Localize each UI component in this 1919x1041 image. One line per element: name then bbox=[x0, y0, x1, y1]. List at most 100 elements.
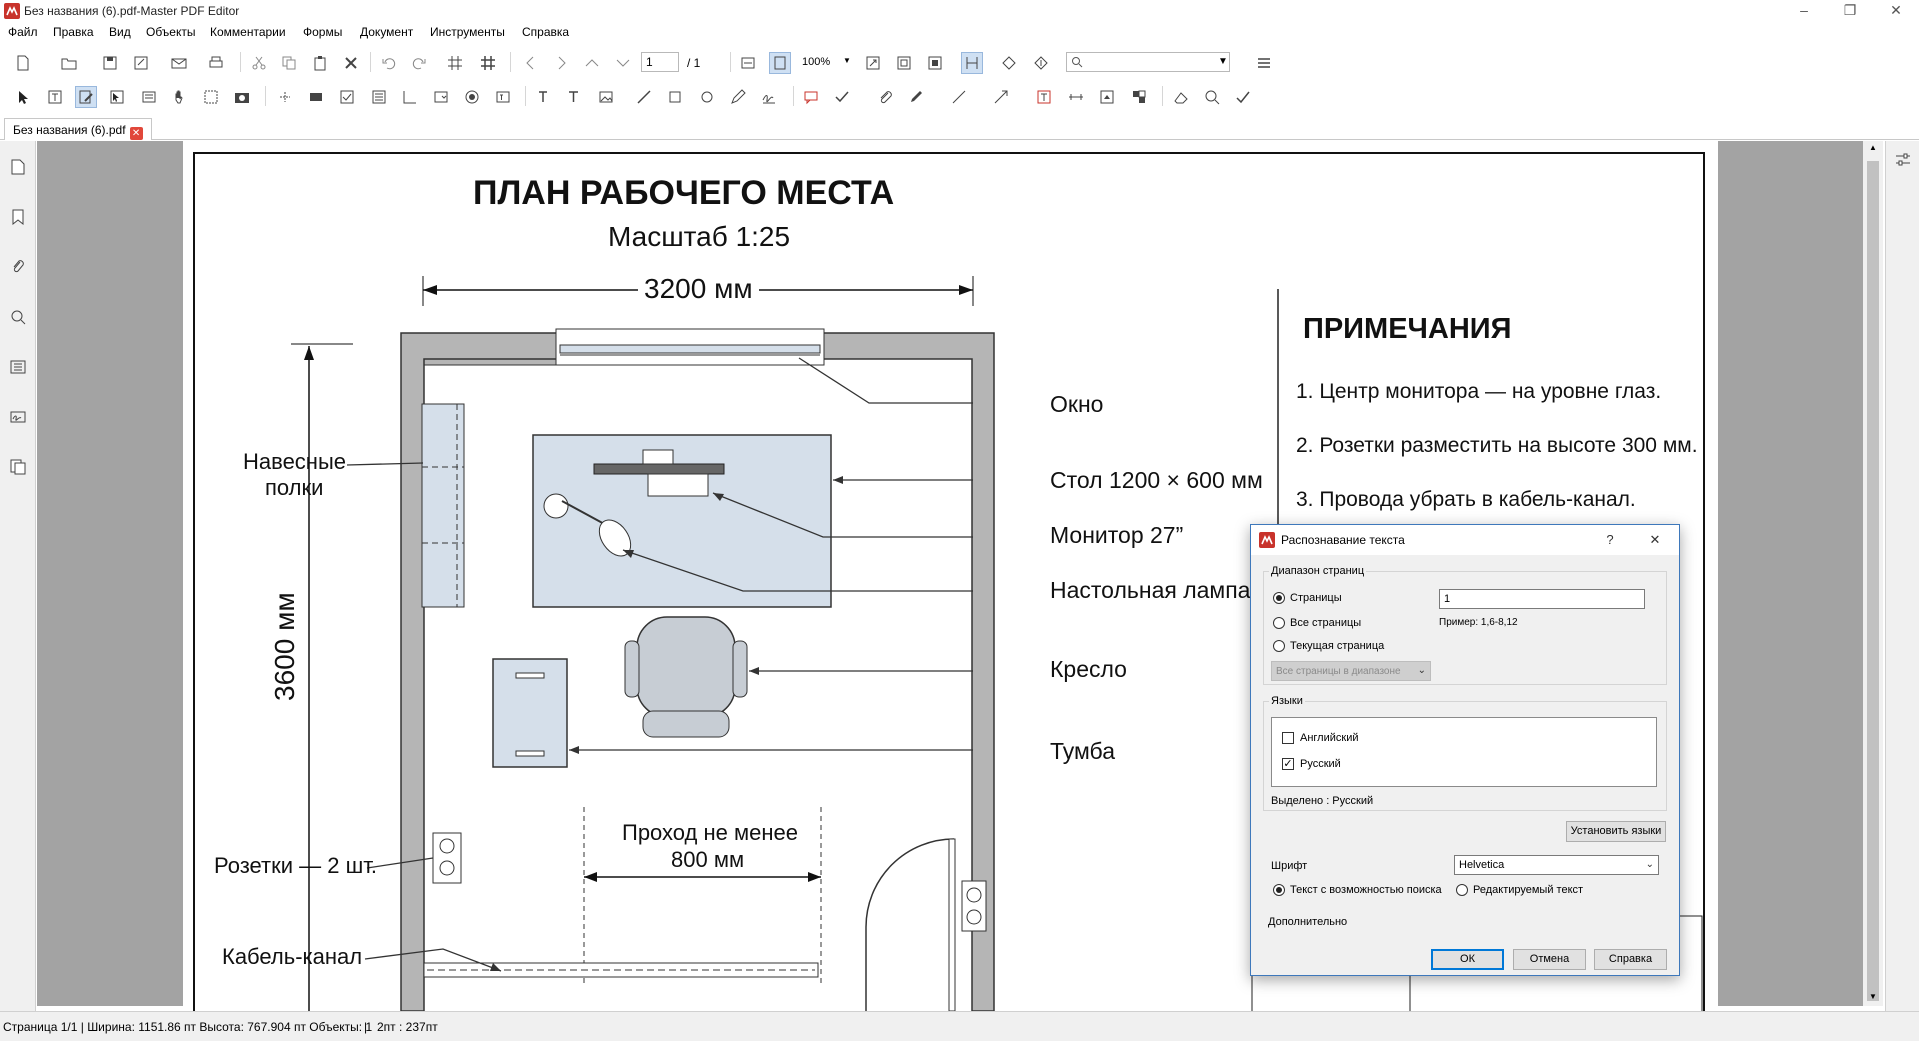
menu-comments[interactable]: Комментарии bbox=[210, 25, 286, 39]
ellipse-icon[interactable] bbox=[696, 86, 718, 108]
signatures-panel-icon[interactable] bbox=[8, 407, 28, 427]
prev-view-icon[interactable] bbox=[520, 52, 542, 74]
lang-russian-label[interactable]: Русский bbox=[1300, 758, 1341, 770]
checkmark-icon[interactable] bbox=[831, 86, 853, 108]
rectangle-icon[interactable] bbox=[664, 86, 686, 108]
radio-searchable-label[interactable]: Текст с возможностью поиска bbox=[1290, 884, 1442, 896]
combobox-field-icon[interactable] bbox=[430, 86, 452, 108]
scrollbar-thumb[interactable] bbox=[1867, 161, 1879, 1001]
add-field-icon[interactable] bbox=[274, 86, 296, 108]
cut-icon[interactable] bbox=[248, 52, 270, 74]
hand-tool-icon[interactable] bbox=[169, 86, 191, 108]
ok-button[interactable]: ОК bbox=[1431, 949, 1504, 970]
scroll-down-icon[interactable]: ▼ bbox=[1869, 992, 1877, 1001]
text-box-icon[interactable] bbox=[564, 86, 586, 108]
next-view-icon[interactable] bbox=[550, 52, 572, 74]
menu-forms[interactable]: Формы bbox=[303, 25, 342, 39]
menu-objects[interactable]: Объекты bbox=[146, 25, 196, 39]
snap-grid-icon[interactable] bbox=[477, 52, 499, 74]
save-icon[interactable] bbox=[99, 52, 121, 74]
full-screen-icon[interactable] bbox=[924, 52, 946, 74]
radio-searchable-text[interactable] bbox=[1273, 884, 1285, 896]
signature-icon[interactable] bbox=[758, 86, 780, 108]
properties-panel-icon[interactable] bbox=[1894, 151, 1912, 172]
comment-note-icon[interactable] bbox=[800, 86, 822, 108]
next-page-icon[interactable] bbox=[612, 52, 634, 74]
eraser-icon[interactable] bbox=[1170, 86, 1192, 108]
draw-line-icon[interactable] bbox=[948, 86, 970, 108]
layers-panel-icon[interactable] bbox=[8, 357, 28, 377]
radio-editable-label[interactable]: Редактируемый текст bbox=[1473, 884, 1583, 896]
set-languages-button[interactable]: Установить языки bbox=[1566, 821, 1666, 842]
menu-document[interactable]: Документ bbox=[360, 25, 413, 39]
signature-field-icon[interactable] bbox=[399, 86, 421, 108]
image-icon[interactable] bbox=[595, 86, 617, 108]
minimize-button[interactable]: – bbox=[1781, 0, 1827, 22]
radio-pages[interactable] bbox=[1273, 592, 1285, 604]
redo-icon[interactable] bbox=[408, 52, 430, 74]
attachment-icon[interactable] bbox=[874, 86, 896, 108]
snapshot-icon[interactable] bbox=[231, 86, 253, 108]
approve-icon[interactable] bbox=[1232, 86, 1254, 108]
arrow-line-icon[interactable] bbox=[990, 86, 1012, 108]
radio-editable-text[interactable] bbox=[1456, 884, 1468, 896]
zoom-dropdown-icon[interactable]: ▼ bbox=[843, 56, 851, 65]
dialog-close-button[interactable]: ✕ bbox=[1641, 529, 1669, 551]
radio-all-pages-label[interactable]: Все страницы bbox=[1290, 617, 1361, 629]
hamburger-menu-icon[interactable] bbox=[1253, 52, 1275, 74]
copy-icon[interactable] bbox=[278, 52, 300, 74]
languages-list[interactable]: Английский ✓ Русский bbox=[1271, 717, 1657, 787]
attachments-panel-icon[interactable] bbox=[8, 257, 28, 277]
email-icon[interactable] bbox=[168, 52, 190, 74]
close-window-button[interactable]: ✕ bbox=[1873, 0, 1919, 22]
tab-document[interactable]: Без названия (6).pdf ✕ bbox=[4, 118, 152, 140]
zoom-fit-icon[interactable] bbox=[862, 52, 884, 74]
single-page-icon[interactable] bbox=[961, 52, 983, 74]
cancel-button[interactable]: Отмена bbox=[1513, 949, 1586, 970]
dialog-help-button[interactable]: ? bbox=[1596, 529, 1624, 551]
fit-page-icon[interactable] bbox=[769, 52, 791, 74]
pages-panel-icon[interactable] bbox=[8, 157, 28, 177]
structure-panel-icon[interactable] bbox=[8, 457, 28, 477]
rotate-right-icon[interactable] bbox=[1030, 52, 1052, 74]
restore-button[interactable]: ❐ bbox=[1827, 0, 1873, 22]
radio-current-page[interactable] bbox=[1273, 640, 1285, 652]
measure-icon[interactable] bbox=[1065, 86, 1087, 108]
fit-width-icon[interactable] bbox=[737, 52, 759, 74]
lang-english-label[interactable]: Английский bbox=[1300, 732, 1359, 744]
radio-field-icon[interactable] bbox=[461, 86, 483, 108]
select-arrow-icon[interactable] bbox=[12, 86, 34, 108]
menu-file[interactable]: Файл bbox=[8, 25, 38, 39]
pencil-icon[interactable] bbox=[727, 86, 749, 108]
paste-icon[interactable] bbox=[309, 52, 331, 74]
prev-page-icon[interactable] bbox=[581, 52, 603, 74]
checkbox-english[interactable] bbox=[1282, 732, 1294, 744]
menu-tools[interactable]: Инструменты bbox=[430, 25, 505, 39]
help-button[interactable]: Справка bbox=[1594, 949, 1667, 970]
menu-view[interactable]: Вид bbox=[109, 25, 131, 39]
font-select[interactable]: Helvetica ⌄ bbox=[1454, 855, 1659, 875]
forms-icon[interactable] bbox=[138, 86, 160, 108]
text-select-icon[interactable] bbox=[44, 86, 66, 108]
marquee-zoom-icon[interactable] bbox=[200, 86, 222, 108]
zoom-level[interactable]: 100% bbox=[802, 56, 830, 68]
actual-size-icon[interactable] bbox=[893, 52, 915, 74]
print-icon[interactable] bbox=[205, 52, 227, 74]
text-field-icon[interactable] bbox=[492, 86, 514, 108]
edit-object-icon[interactable] bbox=[106, 86, 128, 108]
save-as-icon[interactable] bbox=[130, 52, 152, 74]
redact-icon[interactable] bbox=[1128, 86, 1150, 108]
page-number-input[interactable]: 1 bbox=[641, 52, 679, 72]
grid-icon[interactable] bbox=[444, 52, 466, 74]
search-panel-icon[interactable] bbox=[8, 307, 28, 327]
highlighter-icon[interactable] bbox=[905, 86, 927, 108]
radio-all-pages[interactable] bbox=[1273, 617, 1285, 629]
open-folder-icon[interactable] bbox=[58, 52, 80, 74]
undo-icon[interactable] bbox=[378, 52, 400, 74]
delete-icon[interactable] bbox=[340, 52, 362, 74]
search-dropdown-icon[interactable]: ▼ bbox=[1218, 56, 1228, 67]
edit-text-icon[interactable] bbox=[75, 86, 97, 108]
close-tab-icon[interactable]: ✕ bbox=[129, 127, 143, 140]
checkbox-field-icon[interactable] bbox=[336, 86, 358, 108]
search-input[interactable] bbox=[1066, 52, 1230, 72]
